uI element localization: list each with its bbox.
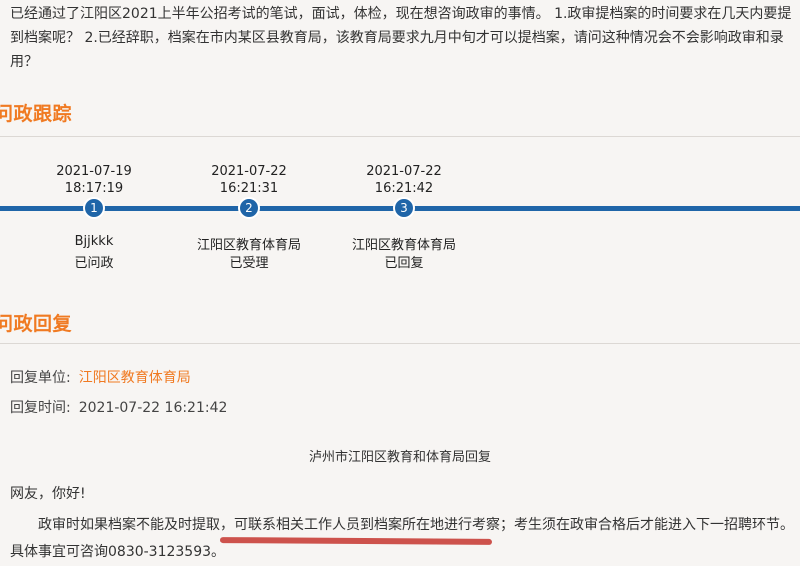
reply-section-title: 问政回复 [0,313,73,335]
reply-time-value: 2021-07-22 16:21:42 [78,400,228,416]
step-time: 18:17:19 [64,181,124,196]
step-time: 16:21:42 [374,181,434,196]
tracking-section-title: 问政跟踪 [0,103,73,125]
step-number-badge: 2 [238,197,260,219]
step-date: 2021-07-22 [366,164,442,179]
question-text: 已经通过了江阳区2021上半年公招考试的笔试，面试，体检，现在想咨询政审的事情。… [10,6,792,70]
step-number-badge: 1 [83,197,105,219]
step-actor: 江阳区教育体育局 [351,238,456,253]
step-number-badge: 3 [393,197,415,219]
step-date: 2021-07-19 [56,164,132,179]
reply-greeting: 网友，你好! [10,486,86,502]
step-status: 已回复 [384,256,424,271]
reply-heading: 泸州市江阳区教育和体育局回复 [308,450,491,465]
step-actor: Bjjkkk [74,234,114,249]
step-status: 已问政 [74,256,114,271]
step-status: 已受理 [229,256,269,271]
step-date: 2021-07-22 [211,164,287,179]
reply-time-label: 回复时间: [10,400,71,416]
reply-unit-label: 回复单位: [10,370,71,386]
reply-unit-link[interactable]: 江阳区教育体育局 [79,370,191,386]
step-actor: 江阳区教育体育局 [196,238,301,253]
reply-time-row: 回复时间: 2021-07-22 16:21:42 [10,397,227,417]
step-time: 16:21:31 [219,181,279,196]
reply-unit-row: 回复单位: 江阳区教育体育局 [10,367,191,387]
tracking-divider [0,136,800,137]
reply-divider [0,343,800,344]
